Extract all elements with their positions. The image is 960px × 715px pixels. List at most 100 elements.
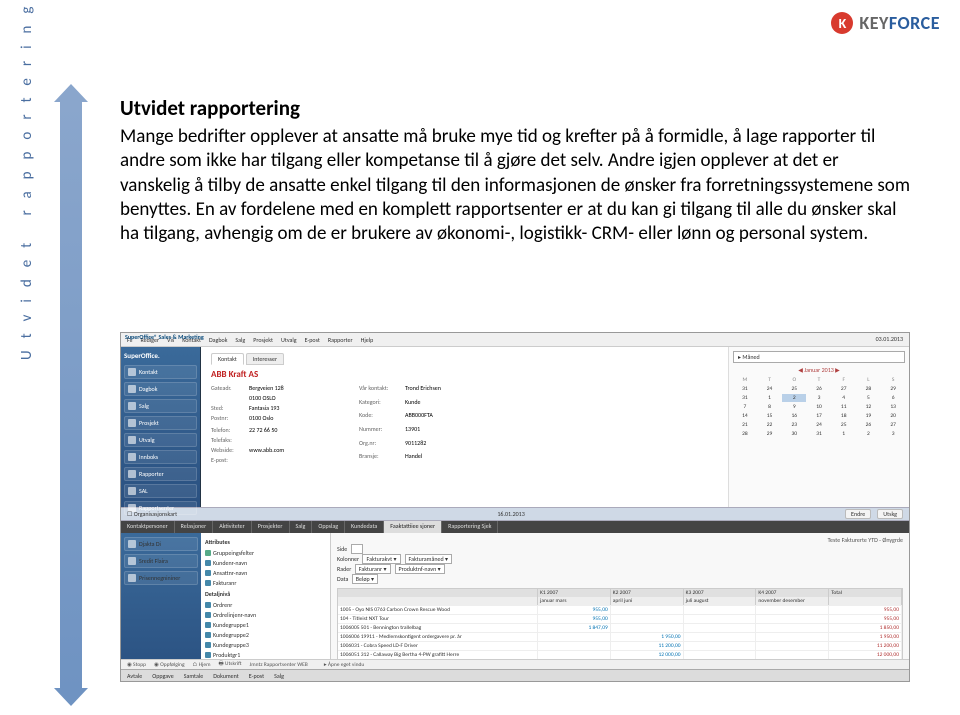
footer-document[interactable]: Dokument: [213, 672, 239, 680]
calendar-day[interactable]: 13: [881, 403, 905, 411]
calendar-day[interactable]: 3: [807, 394, 831, 402]
calendar-day[interactable]: 4: [832, 394, 856, 402]
rows-drop2[interactable]: Produktnf-navn ▾: [395, 564, 445, 574]
sidebar-item-sale[interactable]: Salg: [124, 399, 197, 413]
tab-contact[interactable]: Kontakt: [211, 353, 244, 365]
calendar-day[interactable]: 25: [832, 421, 856, 429]
calendar-day[interactable]: 24: [807, 421, 831, 429]
columns-drop[interactable]: Fakturakvt ▾: [362, 554, 400, 564]
calendar-day[interactable]: 2: [857, 430, 881, 438]
calendar-day[interactable]: 22: [758, 421, 782, 429]
sidebar-item[interactable]: Prisennegnininer: [124, 571, 198, 585]
calendar-day[interactable]: 17: [807, 412, 831, 420]
attr-item[interactable]: Ansattnr-navn: [205, 568, 326, 578]
menu-item[interactable]: E-post: [305, 336, 320, 344]
calendar-view-select[interactable]: ▸ Måned: [733, 351, 905, 363]
edit-button[interactable]: Endre: [845, 509, 871, 519]
status-followup[interactable]: ◉ Oppfølging: [154, 662, 185, 668]
calendar-day[interactable]: 24: [758, 385, 782, 393]
calendar-day[interactable]: 11: [832, 403, 856, 411]
attr-item[interactable]: Kundegruppe3: [205, 640, 326, 650]
attr-item[interactable]: Kundenr-navn: [205, 558, 326, 568]
calendar-day[interactable]: 31: [733, 394, 757, 402]
footer-sale[interactable]: Salg: [274, 672, 284, 680]
calendar-day[interactable]: 5: [857, 394, 881, 402]
columns-drop2[interactable]: Fakturamåned ▾: [405, 554, 453, 564]
calendar-day[interactable]: 9: [782, 403, 806, 411]
sidebar-item-inbox[interactable]: Innboks: [124, 450, 197, 464]
menu-item[interactable]: Hjelp: [361, 336, 374, 344]
attr-item[interactable]: Kundegruppe1: [205, 620, 326, 630]
calendar-day[interactable]: 3: [881, 430, 905, 438]
rows-drop[interactable]: Fakturanr ▾: [355, 564, 391, 574]
footer-email[interactable]: E-post: [249, 672, 264, 680]
report-tab[interactable]: Kontaktpersoner: [121, 521, 175, 533]
open-window-link[interactable]: ▸ Åpne eget vindu: [324, 662, 364, 668]
status-home[interactable]: ⌂ Hjem: [193, 662, 211, 668]
attr-item[interactable]: Kundegruppe2: [205, 630, 326, 640]
data-drop[interactable]: Beløp ▾: [352, 574, 378, 584]
calendar-grid[interactable]: MTOTFLS312425262728293112345678910111213…: [733, 376, 905, 438]
calendar-day[interactable]: 28: [733, 430, 757, 438]
menu-item[interactable]: Salg: [235, 336, 245, 344]
calendar-day[interactable]: 10: [807, 403, 831, 411]
attr-group[interactable]: Gruppeingsfelter: [205, 548, 326, 558]
calendar-day[interactable]: 8: [758, 403, 782, 411]
calendar-day[interactable]: 23: [782, 421, 806, 429]
report-tab[interactable]: Salg: [290, 521, 313, 533]
calendar-day[interactable]: 14: [733, 412, 757, 420]
orgchart-toggle[interactable]: ☐ Organisasjonskart: [127, 510, 177, 518]
status-stop[interactable]: ◉ Stopp: [127, 662, 146, 668]
calendar-day[interactable]: 29: [881, 385, 905, 393]
print-button[interactable]: Utskg: [877, 509, 903, 519]
report-tab[interactable]: Relasjoner: [175, 521, 214, 533]
side-drop[interactable]: [351, 544, 363, 554]
calendar-day[interactable]: 26: [857, 421, 881, 429]
calendar-day[interactable]: 12: [857, 403, 881, 411]
calendar-day[interactable]: 16: [782, 412, 806, 420]
menu-item[interactable]: Dagbok: [209, 336, 227, 344]
report-tab[interactable]: Rapportering Sjek: [442, 521, 498, 533]
calendar-day[interactable]: 27: [832, 385, 856, 393]
calendar-day[interactable]: 31: [807, 430, 831, 438]
calendar-day[interactable]: 2: [782, 394, 806, 402]
report-tab[interactable]: Prosjekter: [252, 521, 290, 533]
attr-item[interactable]: Ordrelinjenr-navn: [205, 610, 326, 620]
calendar-day[interactable]: 7: [733, 403, 757, 411]
sidebar-item-sal[interactable]: SAL: [124, 484, 197, 498]
app-menubar[interactable]: Fil Rediger Vis Kontakt Dagbok Salg Pros…: [121, 333, 909, 347]
menu-item[interactable]: Prosjekt: [253, 336, 273, 344]
sidebar-item-diary[interactable]: Dagbok: [124, 382, 197, 396]
calendar-day[interactable]: 26: [807, 385, 831, 393]
sidebar-item-reports[interactable]: Rapporter: [124, 467, 197, 481]
calendar-day[interactable]: 31: [733, 385, 757, 393]
report-tab[interactable]: Kundedata: [345, 521, 384, 533]
attr-item[interactable]: Fakturanr: [205, 578, 326, 588]
footer-appointment[interactable]: Avtale: [127, 672, 142, 680]
report-tab[interactable]: Oppslag: [312, 521, 345, 533]
calendar-day[interactable]: 15: [758, 412, 782, 420]
attr-item[interactable]: Ordrenr: [205, 600, 326, 610]
calendar-day[interactable]: 21: [733, 421, 757, 429]
tab-interests[interactable]: Interesser: [246, 353, 284, 365]
calendar-day[interactable]: 6: [881, 394, 905, 402]
calendar-day[interactable]: 29: [758, 430, 782, 438]
report-tab[interactable]: Aktiviteter: [213, 521, 252, 533]
sidebar-item[interactable]: Sredit Flaira: [124, 554, 198, 568]
calendar-day[interactable]: 25: [782, 385, 806, 393]
calendar-day[interactable]: 1: [832, 430, 856, 438]
sidebar-item-selection[interactable]: Utvalg: [124, 433, 197, 447]
report-tab[interactable]: Faaktattiiee sjoner: [384, 521, 442, 533]
menu-item[interactable]: Utvalg: [281, 336, 297, 344]
calendar-day[interactable]: 28: [857, 385, 881, 393]
menu-item[interactable]: Rapporter: [328, 336, 353, 344]
footer-call[interactable]: Samtale: [184, 672, 204, 680]
status-print[interactable]: 🖶 Utskrift: [218, 660, 241, 669]
sidebar-item-project[interactable]: Prosjekt: [124, 416, 197, 430]
footer-task[interactable]: Oppgave: [152, 672, 173, 680]
calendar-day[interactable]: 19: [857, 412, 881, 420]
sidebar-item-contact[interactable]: Kontakt: [124, 365, 197, 379]
calendar-day[interactable]: 18: [832, 412, 856, 420]
calendar-day[interactable]: 1: [758, 394, 782, 402]
calendar-day[interactable]: 27: [881, 421, 905, 429]
